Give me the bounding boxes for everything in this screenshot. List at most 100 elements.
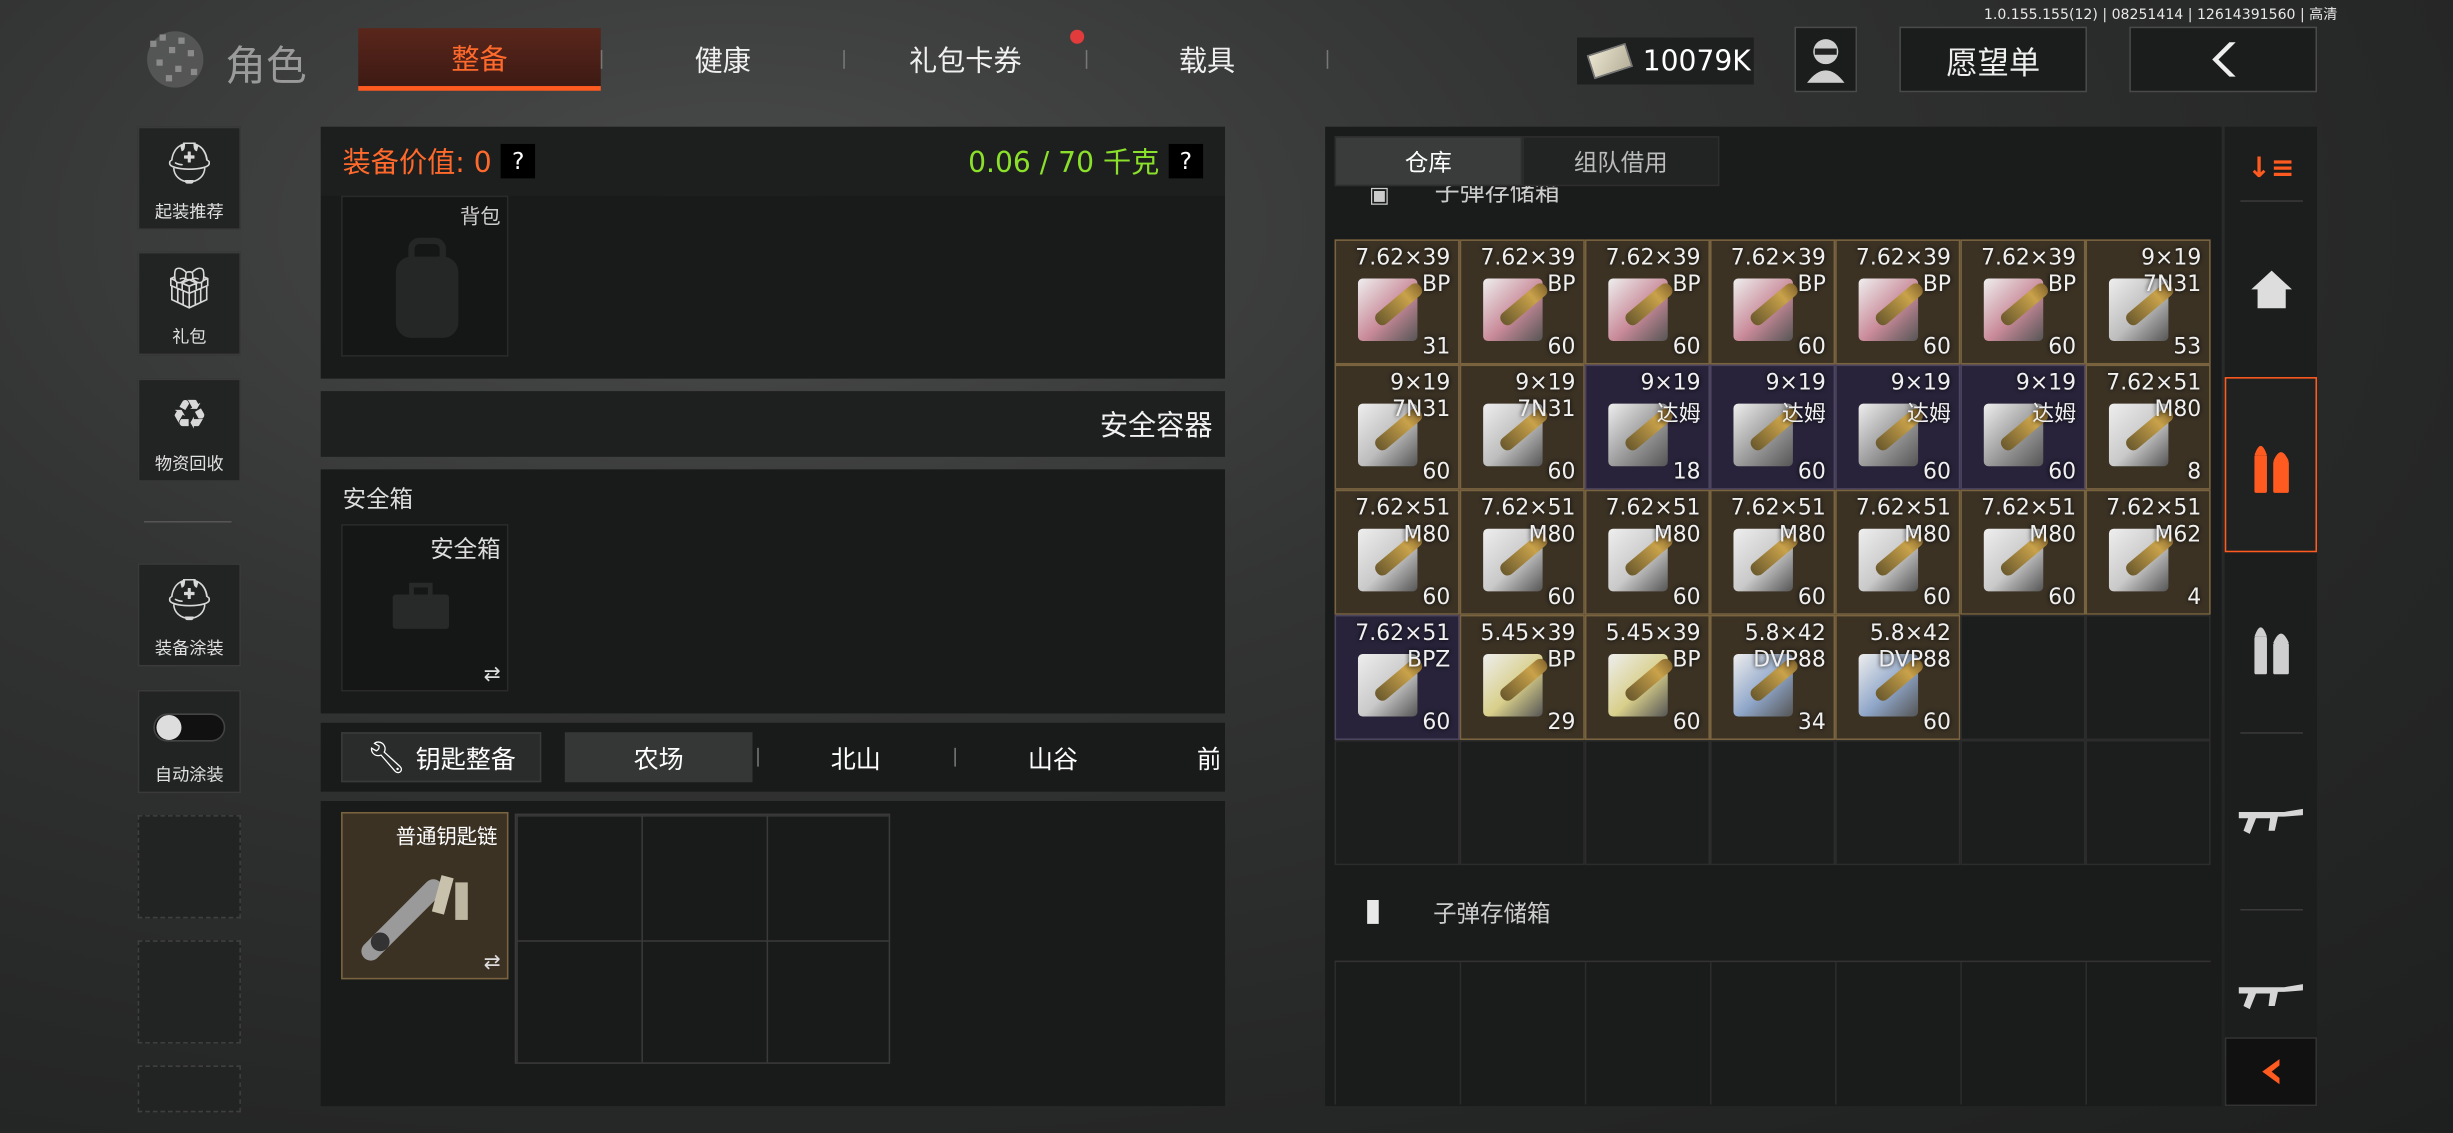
ammo-caliber: 7.62×51	[1855, 495, 1951, 521]
tab-warehouse[interactable]: 仓库	[1334, 136, 1523, 187]
backpack-slot[interactable]: 背包	[341, 195, 509, 357]
map-tab-valley[interactable]: 山谷	[959, 732, 1147, 782]
equipment-header: 装备价值: 0 ? 0.06 / 70 千克 ?	[320, 126, 1226, 196]
ammo-count: 29	[1547, 710, 1576, 736]
ammo-item[interactable]: 7.62×51 M80 60	[1960, 489, 2086, 615]
help-icon[interactable]: ?	[1168, 143, 1204, 179]
ammo-item[interactable]: 9×19 达姆 18	[1584, 364, 1710, 490]
tab-vehicles[interactable]: 载具	[1087, 28, 1326, 91]
keychain-icon	[361, 875, 468, 961]
ammo-type: BP	[1547, 272, 1576, 298]
ammo-item[interactable]: 7.62×39 BP 60	[1960, 239, 2086, 365]
ammo-item[interactable]: 9×19 7N31 60	[1459, 364, 1585, 490]
ammo-item[interactable]: 9×19 达姆 60	[1960, 364, 2086, 490]
ammo-item[interactable]: 7.62×39 BP 31	[1334, 239, 1460, 365]
sidebar-item-label: 礼包	[172, 326, 207, 348]
ammo-item[interactable]: 7.62×51 M80 60	[1709, 489, 1836, 615]
wishlist-button[interactable]: 愿望单	[1899, 26, 2088, 93]
ammo-item[interactable]: 7.62×51 M80 8	[2085, 364, 2211, 490]
bullets-icon	[2253, 627, 2289, 675]
rail-divider	[2240, 908, 2303, 911]
section-title: 子弹存储箱	[1433, 899, 1551, 928]
sort-icon[interactable]: ↓≡	[2225, 136, 2317, 199]
ammo-count: 60	[1797, 334, 1826, 360]
ammo-category-button[interactable]	[2224, 377, 2318, 553]
storage-tabs: 仓库 组队借用	[1334, 136, 1720, 187]
tab-loadout[interactable]: 整备	[358, 28, 601, 91]
rail-divider	[2240, 732, 2303, 734]
ammo-item[interactable]: 7.62×51 M80 60	[1584, 489, 1710, 615]
map-tab-north-mountain[interactable]: 北山	[762, 732, 950, 782]
collapse-button[interactable]	[2224, 1037, 2318, 1107]
swap-icon[interactable]: ⇄	[484, 663, 501, 686]
ammo-item[interactable]: 9×19 7N31 53	[2085, 239, 2211, 365]
currency-display[interactable]: 10079K	[1577, 37, 1754, 85]
ammo-caliber: 5.45×39	[1605, 621, 1701, 647]
ammo-item[interactable]: 5.45×39 BP 29	[1459, 614, 1585, 741]
ammo-type: 7N31	[2143, 272, 2202, 298]
ammo-item[interactable]: 9×19 7N31 60	[1334, 364, 1460, 490]
ammo-caliber: 9×19	[2141, 245, 2202, 271]
empty-cell	[1960, 740, 2086, 866]
ammo-item[interactable]: 7.62×39 BP 60	[1584, 239, 1710, 365]
empty-cell	[1459, 740, 1585, 866]
paint-icon: ⛑	[163, 576, 216, 624]
ammo-caliber: 7.62×51	[2106, 495, 2202, 521]
help-icon[interactable]: ?	[501, 143, 536, 179]
rifle-category-button-2[interactable]	[2225, 956, 2317, 1034]
map-tab-more[interactable]: 前	[1197, 732, 1219, 782]
ammo-count: 60	[1797, 585, 1826, 611]
ammo-item[interactable]: 7.62×39 BP 60	[1459, 239, 1585, 365]
ammo-type: M80	[1778, 522, 1826, 548]
ammo-item[interactable]: 5.8×42 DVP88 34	[1709, 614, 1836, 741]
map-tab-farm[interactable]: 农场	[564, 732, 753, 783]
key-loadout-button[interactable]: 🔧︎ 钥匙整备	[341, 732, 542, 783]
ammo-box-category-button[interactable]	[2225, 596, 2317, 696]
gift-pack-button[interactable]: 🎁︎ 礼包	[137, 251, 241, 356]
tab-divider	[757, 747, 759, 767]
notification-badge	[1070, 29, 1085, 44]
sidebar-item-label: 自动涂装	[154, 765, 224, 786]
secure-box-slot[interactable]: 安全箱 ⇄	[341, 524, 509, 692]
tab-health[interactable]: 健康	[602, 28, 843, 91]
ammo-item[interactable]: 7.62×51 M80 60	[1459, 489, 1585, 615]
ammo-count: 60	[1797, 459, 1826, 485]
empty-cell	[2085, 740, 2211, 866]
ammo-type: M80	[1653, 522, 1701, 548]
ammo-item[interactable]: 7.62×51 M80 60	[1334, 489, 1460, 615]
ammo-item[interactable]: 7.62×39 BP 60	[1835, 239, 1961, 365]
ammo-item[interactable]: 7.62×51 M80 60	[1835, 489, 1961, 615]
toggle-icon[interactable]	[153, 692, 226, 762]
empty-cell	[1709, 740, 1836, 866]
ammo-type: DVP88	[1878, 647, 1951, 673]
ammo-item[interactable]: 5.45×39 BP 60	[1584, 614, 1710, 741]
ammo-item[interactable]: 5.8×42 DVP88 60	[1835, 614, 1961, 741]
equipment-value: 装备价值: 0	[342, 147, 492, 180]
back-button[interactable]	[2129, 26, 2318, 93]
ammo-item[interactable]: 7.62×39 BP 60	[1709, 239, 1836, 365]
ammo-item[interactable]: 7.62×51 BPZ 60	[1334, 614, 1460, 741]
backpack-label: 背包	[459, 206, 501, 230]
backpack-icon	[395, 237, 459, 338]
paint-button[interactable]: ⛑ 装备涂装	[137, 563, 241, 667]
home-button[interactable]	[2225, 246, 2317, 334]
swap-icon[interactable]: ⇄	[484, 951, 501, 974]
keychain-slot[interactable]: 普通钥匙链 ⇄	[341, 811, 509, 980]
ammo-caliber: 9×19	[1765, 370, 1826, 396]
loadout-recommend-button[interactable]: ⛑ 起装推荐	[137, 126, 241, 230]
empty-cell	[1584, 740, 1710, 866]
empty-cell	[1960, 614, 2086, 741]
page-title: 角色	[225, 43, 307, 91]
recycle-button[interactable]: ♻ 物资回收	[137, 378, 241, 482]
ammo-item[interactable]: 7.62×51 M62 4	[2085, 489, 2211, 615]
auto-paint-button[interactable]: 自动涂装	[137, 689, 241, 794]
ammo-item[interactable]: 9×19 达姆 60	[1709, 364, 1836, 490]
avatar-button[interactable]	[1794, 26, 1858, 93]
tab-team-borrow[interactable]: 组队借用	[1522, 136, 1720, 187]
ammo-count: 4	[2187, 585, 2202, 611]
ammo-caliber: 5.8×42	[1869, 621, 1951, 647]
ammo-count: 60	[1422, 459, 1451, 485]
tab-coupons[interactable]: 礼包卡券	[845, 28, 1086, 91]
ammo-item[interactable]: 9×19 达姆 60	[1835, 364, 1961, 490]
rifle-category-button[interactable]	[2225, 781, 2317, 859]
